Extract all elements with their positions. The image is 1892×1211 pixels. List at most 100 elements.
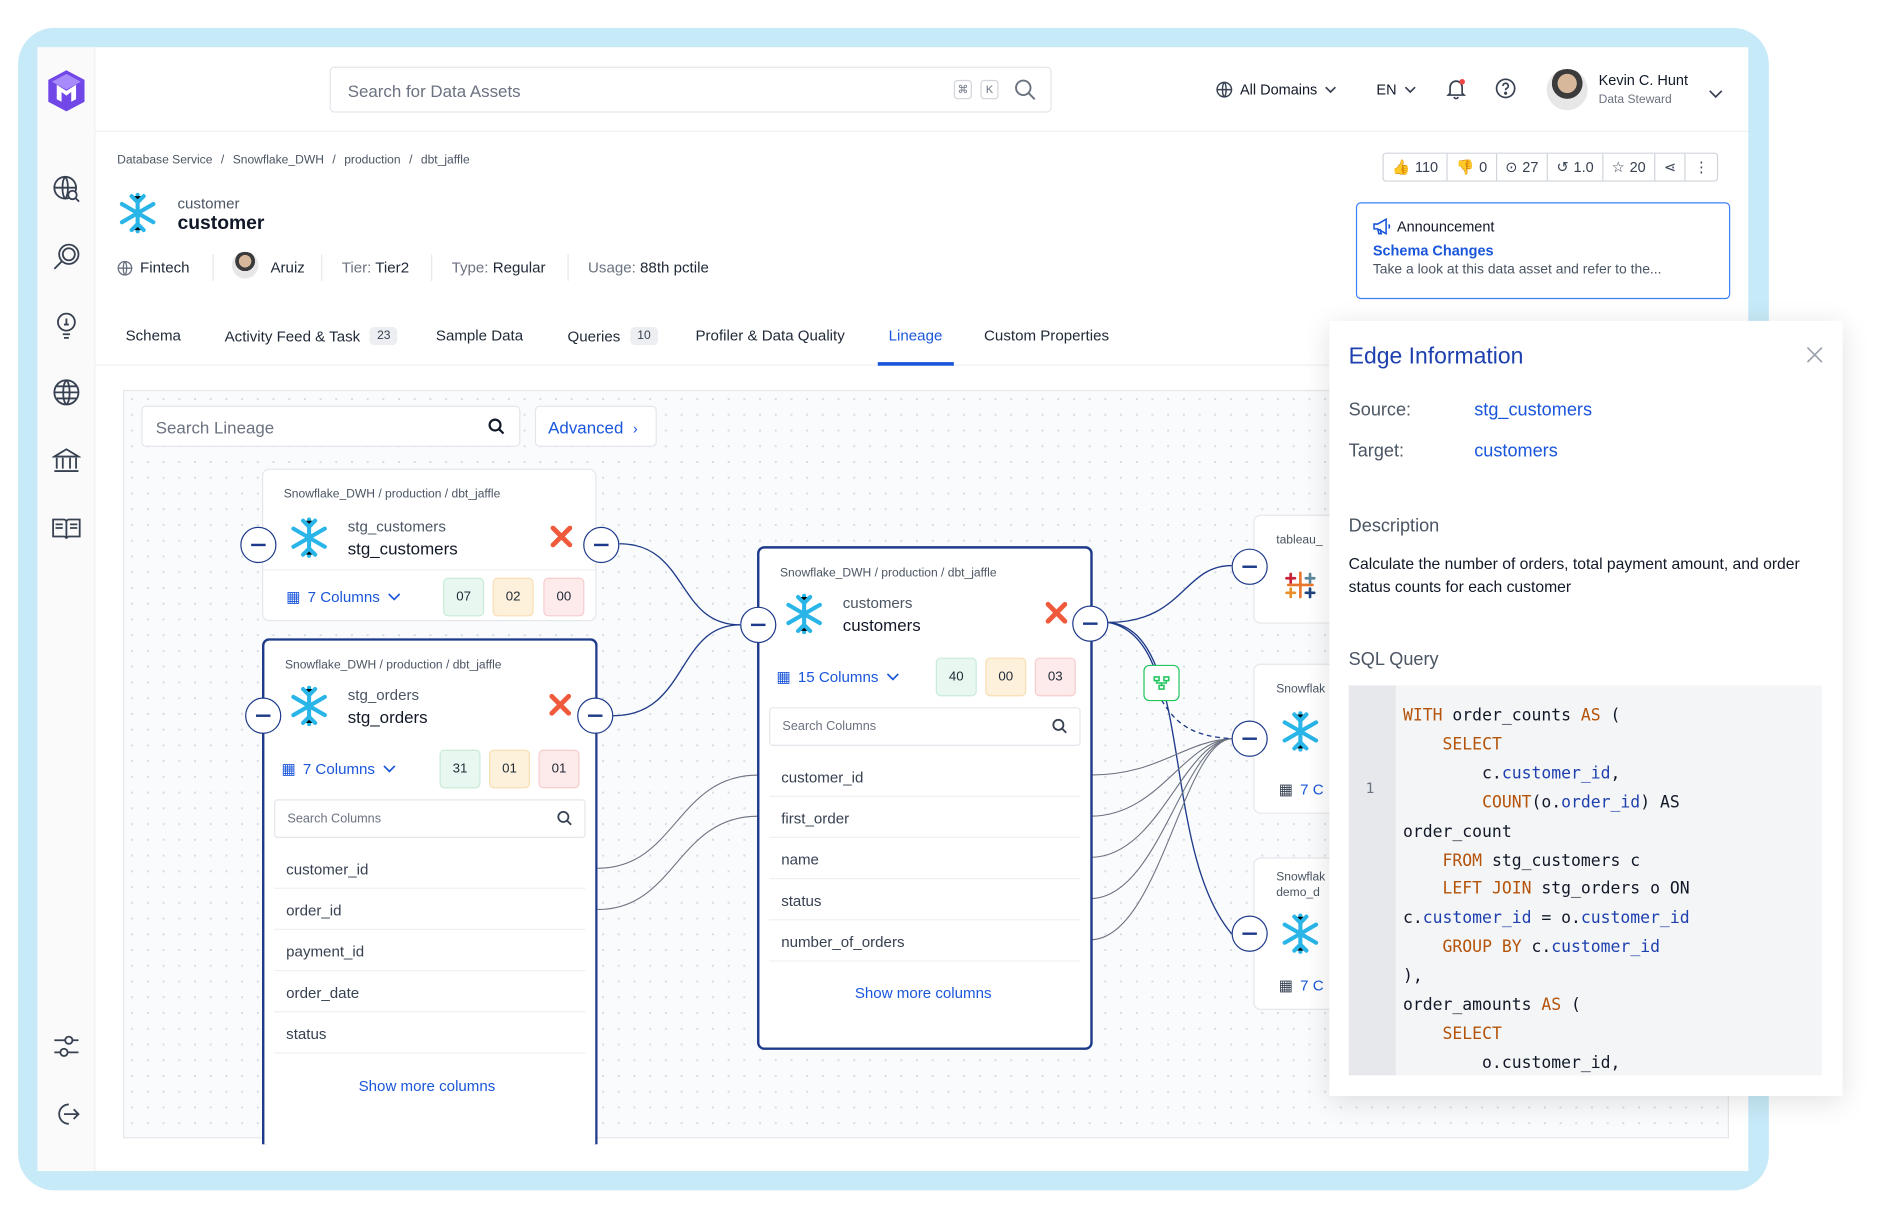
test-success-badge: 07 bbox=[443, 577, 485, 617]
node-path: demo_d bbox=[1276, 886, 1320, 900]
sql-code: WITH order_counts AS ( SELECT c.customer… bbox=[1402, 706, 1690, 1073]
snowflake-icon bbox=[289, 516, 330, 566]
column-row[interactable]: payment_id bbox=[274, 932, 586, 972]
source-value[interactable]: stg_customers bbox=[1474, 400, 1592, 421]
target-label: Target: bbox=[1348, 440, 1405, 462]
test-failed-badge: 01 bbox=[538, 749, 580, 789]
line-number: 1 bbox=[1365, 779, 1375, 797]
collapse-upstream-handle[interactable] bbox=[740, 606, 777, 644]
description-label: Description bbox=[1348, 515, 1440, 537]
table-icon: ▦ bbox=[776, 668, 791, 686]
columns-count: 7 Columns bbox=[307, 587, 380, 605]
search-icon bbox=[557, 810, 573, 829]
source-label: Source: bbox=[1348, 399, 1412, 421]
table-icon: ▦ bbox=[1278, 977, 1293, 995]
sql-query-label: SQL Query bbox=[1348, 649, 1439, 670]
columns-dropdown[interactable]: ▦ 7 Columns bbox=[286, 587, 400, 606]
column-row[interactable]: number_of_orders bbox=[769, 922, 1081, 962]
test-success-badge: 31 bbox=[439, 749, 481, 789]
show-more-columns-link[interactable]: Show more columns bbox=[855, 985, 992, 1002]
column-row[interactable]: customer_id bbox=[769, 758, 1081, 797]
column-row[interactable]: order_id bbox=[274, 891, 586, 931]
column-row[interactable]: status bbox=[769, 881, 1081, 921]
dbt-icon bbox=[1045, 601, 1068, 624]
node-path: Snowflake_DWH / production / dbt_jaffle bbox=[779, 566, 997, 581]
edge-information-panel: Edge Information Source: stg_customers T… bbox=[1329, 320, 1843, 1096]
collapse-upstream-handle[interactable] bbox=[1231, 720, 1268, 757]
panel-title: Edge Information bbox=[1348, 343, 1524, 370]
node-display-name: customers bbox=[842, 594, 913, 612]
collapse-upstream-handle[interactable] bbox=[1231, 548, 1268, 585]
collapse-downstream-handle[interactable] bbox=[577, 697, 614, 734]
lineage-search-placeholder: Search Lineage bbox=[155, 417, 275, 438]
columns-dropdown[interactable]: ▦ 7 C bbox=[1278, 976, 1324, 995]
dbt-icon bbox=[550, 525, 573, 548]
node-path: Snowflak bbox=[1276, 683, 1326, 697]
lineage-search-input[interactable]: Search Lineage bbox=[141, 405, 521, 447]
chevron-down-icon bbox=[382, 764, 395, 773]
collapse-upstream-handle[interactable] bbox=[1231, 915, 1268, 952]
tableau-icon bbox=[1282, 567, 1318, 609]
search-icon bbox=[488, 418, 505, 439]
table-icon: ▦ bbox=[286, 588, 301, 606]
dbt-icon bbox=[549, 693, 572, 716]
chevron-down-icon bbox=[387, 592, 400, 601]
columns-count: 15 Columns bbox=[797, 667, 879, 685]
node-name: stg_customers bbox=[347, 538, 458, 559]
column-search-placeholder: Search Columns bbox=[287, 811, 382, 826]
lineage-node-customers[interactable]: Snowflake_DWH / production / dbt_jaffle … bbox=[757, 546, 1093, 1050]
node-path: Snowflak bbox=[1276, 870, 1326, 885]
collapse-downstream-handle[interactable] bbox=[583, 526, 620, 564]
chevron-right-icon: › bbox=[632, 420, 638, 438]
column-row[interactable]: first_order bbox=[769, 799, 1081, 839]
target-value[interactable]: customers bbox=[1474, 441, 1558, 462]
snowflake-icon bbox=[289, 684, 330, 734]
column-row[interactable]: name bbox=[769, 840, 1081, 880]
snowflake-icon bbox=[784, 592, 825, 642]
columns-dropdown[interactable]: ▦ 7 Columns bbox=[281, 759, 395, 777]
divider bbox=[263, 569, 596, 571]
column-search-input[interactable]: Search Columns bbox=[274, 799, 586, 839]
chevron-down-icon bbox=[886, 672, 899, 680]
line-gutter: 1 bbox=[1348, 685, 1396, 1076]
pipeline-icon bbox=[1153, 676, 1170, 690]
test-aborted-badge: 00 bbox=[985, 657, 1027, 697]
collapse-upstream-handle[interactable] bbox=[245, 697, 282, 734]
show-more-columns-link[interactable]: Show more columns bbox=[359, 1078, 496, 1095]
table-icon: ▦ bbox=[281, 760, 296, 778]
columns-dropdown[interactable]: ▦ 7 C bbox=[1279, 780, 1324, 798]
advanced-search-button[interactable]: Advanced › bbox=[534, 405, 657, 447]
columns-count: 7 C bbox=[1300, 976, 1324, 994]
test-success-badge: 40 bbox=[935, 657, 977, 697]
close-icon[interactable] bbox=[1805, 345, 1824, 370]
node-display-name: stg_customers bbox=[347, 518, 446, 536]
test-failed-badge: 03 bbox=[1034, 657, 1076, 697]
lineage-node-stg-orders[interactable]: Snowflake_DWH / production / dbt_jaffle … bbox=[262, 638, 598, 1145]
search-icon bbox=[1052, 718, 1068, 737]
columns-dropdown[interactable]: ▦ 15 Columns bbox=[776, 667, 899, 685]
columns-count: 7 Columns bbox=[302, 759, 375, 777]
table-icon: ▦ bbox=[1278, 781, 1293, 799]
node-path: tableau_ bbox=[1276, 534, 1323, 548]
column-search-placeholder: Search Columns bbox=[782, 719, 877, 734]
node-path: Snowflake_DWH / production / dbt_jaffle bbox=[284, 658, 502, 673]
snowflake-icon bbox=[1280, 710, 1321, 760]
snowflake-icon bbox=[1280, 912, 1321, 962]
test-failed-badge: 00 bbox=[543, 577, 585, 617]
advanced-label: Advanced bbox=[548, 417, 624, 438]
lineage-node-stg-customers[interactable]: Snowflake_DWH / production / dbt_jaffle … bbox=[262, 468, 597, 622]
column-row[interactable]: order_date bbox=[274, 973, 586, 1013]
test-aborted-badge: 01 bbox=[488, 749, 531, 789]
node-path: Snowflake_DWH / production / dbt_jaffle bbox=[283, 488, 501, 502]
node-name: stg_orders bbox=[347, 707, 428, 727]
column-row[interactable]: status bbox=[274, 1014, 586, 1054]
column-search-input[interactable]: Search Columns bbox=[769, 707, 1081, 746]
description-text: Calculate the number of orders, total pa… bbox=[1348, 554, 1800, 596]
node-name: customers bbox=[842, 615, 921, 635]
column-row[interactable]: customer_id bbox=[274, 850, 586, 889]
columns-count: 7 C bbox=[1300, 780, 1324, 798]
edge-pipeline-button[interactable] bbox=[1143, 664, 1180, 702]
collapse-downstream-handle[interactable] bbox=[1072, 605, 1109, 642]
collapse-upstream-handle[interactable] bbox=[240, 526, 277, 564]
sql-query-editor[interactable]: 1 WITH order_counts AS ( SELECT c.custom… bbox=[1348, 685, 1822, 1076]
